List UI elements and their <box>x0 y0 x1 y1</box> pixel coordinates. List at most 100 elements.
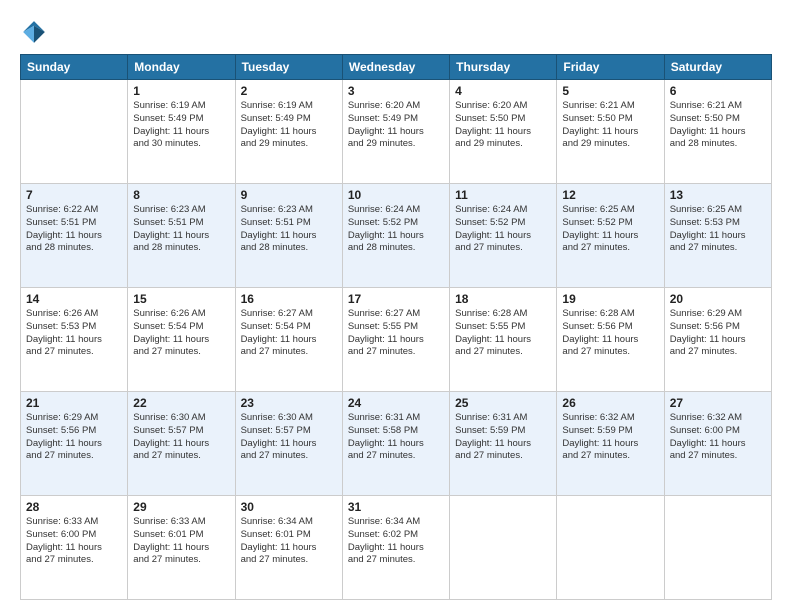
day-number: 22 <box>133 396 229 410</box>
day-info: Sunrise: 6:32 AM Sunset: 5:59 PM Dayligh… <box>562 412 658 463</box>
day-number: 9 <box>241 188 337 202</box>
day-number: 14 <box>26 292 122 306</box>
day-info: Sunrise: 6:22 AM Sunset: 5:51 PM Dayligh… <box>26 204 122 255</box>
page: SundayMondayTuesdayWednesdayThursdayFrid… <box>0 0 792 612</box>
day-cell-31: 31Sunrise: 6:34 AM Sunset: 6:02 PM Dayli… <box>342 496 449 600</box>
week-row-5: 28 Sunrise: 6:33 AM Sunset: 6:00 PM Dayli… <box>21 496 772 600</box>
day-cell-26: 26 Sunrise: 6:32 AM Sunset: 5:59 PM Dayli… <box>557 392 664 496</box>
day-number: 29 <box>133 500 229 514</box>
day-number: 26 <box>562 396 658 410</box>
day-cell-17: 17 Sunrise: 6:27 AM Sunset: 5:55 PM Dayli… <box>342 288 449 392</box>
empty-cell <box>21 80 128 184</box>
day-number: 23 <box>241 396 337 410</box>
day-cell-10: 10Sunrise: 6:24 AM Sunset: 5:52 PM Dayli… <box>342 184 449 288</box>
day-cell-8: 8Sunrise: 6:23 AM Sunset: 5:51 PM Daylig… <box>128 184 235 288</box>
day-info: Sunrise: 6:29 AM Sunset: 5:56 PM Dayligh… <box>26 412 122 463</box>
day-info: Sunrise: 6:26 AM Sunset: 5:53 PM Dayligh… <box>26 308 122 359</box>
weekday-header-friday: Friday <box>557 55 664 80</box>
day-cell-1: 1 Sunrise: 6:19 AM Sunset: 5:49 PM Daylig… <box>128 80 235 184</box>
day-info: Sunrise: 6:19 AM Sunset: 5:49 PM Dayligh… <box>133 100 229 151</box>
empty-cell <box>664 496 771 600</box>
day-info: Sunrise: 6:33 AM Sunset: 6:01 PM Dayligh… <box>133 516 229 567</box>
day-number: 13 <box>670 188 766 202</box>
day-info: Sunrise: 6:33 AM Sunset: 6:00 PM Dayligh… <box>26 516 122 567</box>
day-cell-5: 5 Sunrise: 6:21 AM Sunset: 5:50 PM Daylig… <box>557 80 664 184</box>
week-row-4: 21 Sunrise: 6:29 AM Sunset: 5:56 PM Dayli… <box>21 392 772 496</box>
day-cell-9: 9Sunrise: 6:23 AM Sunset: 5:51 PM Daylig… <box>235 184 342 288</box>
week-row-2: 7 Sunrise: 6:22 AM Sunset: 5:51 PM Daylig… <box>21 184 772 288</box>
day-info: Sunrise: 6:24 AM Sunset: 5:52 PM Dayligh… <box>455 204 551 255</box>
day-info: Sunrise: 6:30 AM Sunset: 5:57 PM Dayligh… <box>133 412 229 463</box>
day-number: 1 <box>133 84 229 98</box>
weekday-header-wednesday: Wednesday <box>342 55 449 80</box>
day-cell-22: 22 Sunrise: 6:30 AM Sunset: 5:57 PM Dayli… <box>128 392 235 496</box>
day-number: 18 <box>455 292 551 306</box>
weekday-header-tuesday: Tuesday <box>235 55 342 80</box>
weekday-header-saturday: Saturday <box>664 55 771 80</box>
day-info: Sunrise: 6:31 AM Sunset: 5:59 PM Dayligh… <box>455 412 551 463</box>
day-info: Sunrise: 6:27 AM Sunset: 5:54 PM Dayligh… <box>241 308 337 359</box>
weekday-header-sunday: Sunday <box>21 55 128 80</box>
day-number: 4 <box>455 84 551 98</box>
weekday-header-monday: Monday <box>128 55 235 80</box>
day-info: Sunrise: 6:31 AM Sunset: 5:58 PM Dayligh… <box>348 412 444 463</box>
day-number: 21 <box>26 396 122 410</box>
day-number: 3 <box>348 84 444 98</box>
day-info: Sunrise: 6:21 AM Sunset: 5:50 PM Dayligh… <box>562 100 658 151</box>
logo-icon <box>20 18 48 46</box>
day-info: Sunrise: 6:26 AM Sunset: 5:54 PM Dayligh… <box>133 308 229 359</box>
day-info: Sunrise: 6:20 AM Sunset: 5:49 PM Dayligh… <box>348 100 444 151</box>
day-cell-24: 24 Sunrise: 6:31 AM Sunset: 5:58 PM Dayli… <box>342 392 449 496</box>
weekday-header-thursday: Thursday <box>450 55 557 80</box>
day-cell-3: 3 Sunrise: 6:20 AM Sunset: 5:49 PM Daylig… <box>342 80 449 184</box>
day-info: Sunrise: 6:27 AM Sunset: 5:55 PM Dayligh… <box>348 308 444 359</box>
day-info: Sunrise: 6:28 AM Sunset: 5:56 PM Dayligh… <box>562 308 658 359</box>
day-cell-4: 4 Sunrise: 6:20 AM Sunset: 5:50 PM Daylig… <box>450 80 557 184</box>
day-cell-29: 29 Sunrise: 6:33 AM Sunset: 6:01 PM Dayli… <box>128 496 235 600</box>
day-number: 25 <box>455 396 551 410</box>
day-cell-18: 18 Sunrise: 6:28 AM Sunset: 5:55 PM Dayli… <box>450 288 557 392</box>
day-cell-28: 28 Sunrise: 6:33 AM Sunset: 6:00 PM Dayli… <box>21 496 128 600</box>
week-row-1: 1 Sunrise: 6:19 AM Sunset: 5:49 PM Daylig… <box>21 80 772 184</box>
day-info: Sunrise: 6:25 AM Sunset: 5:53 PM Dayligh… <box>670 204 766 255</box>
day-info: Sunrise: 6:34 AM Sunset: 6:02 PM Dayligh… <box>348 516 444 567</box>
day-cell-16: 16Sunrise: 6:27 AM Sunset: 5:54 PM Dayli… <box>235 288 342 392</box>
day-number: 17 <box>348 292 444 306</box>
day-info: Sunrise: 6:30 AM Sunset: 5:57 PM Dayligh… <box>241 412 337 463</box>
day-info: Sunrise: 6:23 AM Sunset: 5:51 PM Dayligh… <box>133 204 229 255</box>
day-info: Sunrise: 6:28 AM Sunset: 5:55 PM Dayligh… <box>455 308 551 359</box>
day-number: 30 <box>241 500 337 514</box>
header <box>20 18 772 46</box>
day-number: 6 <box>670 84 766 98</box>
day-cell-12: 12 Sunrise: 6:25 AM Sunset: 5:52 PM Dayli… <box>557 184 664 288</box>
day-cell-19: 19Sunrise: 6:28 AM Sunset: 5:56 PM Dayli… <box>557 288 664 392</box>
empty-cell <box>450 496 557 600</box>
day-info: Sunrise: 6:29 AM Sunset: 5:56 PM Dayligh… <box>670 308 766 359</box>
day-number: 12 <box>562 188 658 202</box>
day-number: 7 <box>26 188 122 202</box>
day-number: 24 <box>348 396 444 410</box>
day-cell-21: 21 Sunrise: 6:29 AM Sunset: 5:56 PM Dayli… <box>21 392 128 496</box>
calendar: SundayMondayTuesdayWednesdayThursdayFrid… <box>20 54 772 600</box>
logo <box>20 18 52 46</box>
day-cell-15: 15Sunrise: 6:26 AM Sunset: 5:54 PM Dayli… <box>128 288 235 392</box>
day-number: 2 <box>241 84 337 98</box>
day-cell-20: 20Sunrise: 6:29 AM Sunset: 5:56 PM Dayli… <box>664 288 771 392</box>
day-cell-2: 2 Sunrise: 6:19 AM Sunset: 5:49 PM Daylig… <box>235 80 342 184</box>
day-cell-30: 30Sunrise: 6:34 AM Sunset: 6:01 PM Dayli… <box>235 496 342 600</box>
day-cell-11: 11 Sunrise: 6:24 AM Sunset: 5:52 PM Dayli… <box>450 184 557 288</box>
day-cell-23: 23 Sunrise: 6:30 AM Sunset: 5:57 PM Dayli… <box>235 392 342 496</box>
day-cell-7: 7 Sunrise: 6:22 AM Sunset: 5:51 PM Daylig… <box>21 184 128 288</box>
day-cell-25: 25 Sunrise: 6:31 AM Sunset: 5:59 PM Dayli… <box>450 392 557 496</box>
day-info: Sunrise: 6:25 AM Sunset: 5:52 PM Dayligh… <box>562 204 658 255</box>
day-number: 5 <box>562 84 658 98</box>
day-info: Sunrise: 6:32 AM Sunset: 6:00 PM Dayligh… <box>670 412 766 463</box>
day-cell-14: 14 Sunrise: 6:26 AM Sunset: 5:53 PM Dayli… <box>21 288 128 392</box>
day-cell-13: 13 Sunrise: 6:25 AM Sunset: 5:53 PM Dayli… <box>664 184 771 288</box>
day-info: Sunrise: 6:19 AM Sunset: 5:49 PM Dayligh… <box>241 100 337 151</box>
week-row-3: 14 Sunrise: 6:26 AM Sunset: 5:53 PM Dayli… <box>21 288 772 392</box>
day-number: 28 <box>26 500 122 514</box>
day-number: 11 <box>455 188 551 202</box>
day-info: Sunrise: 6:20 AM Sunset: 5:50 PM Dayligh… <box>455 100 551 151</box>
weekday-header-row: SundayMondayTuesdayWednesdayThursdayFrid… <box>21 55 772 80</box>
